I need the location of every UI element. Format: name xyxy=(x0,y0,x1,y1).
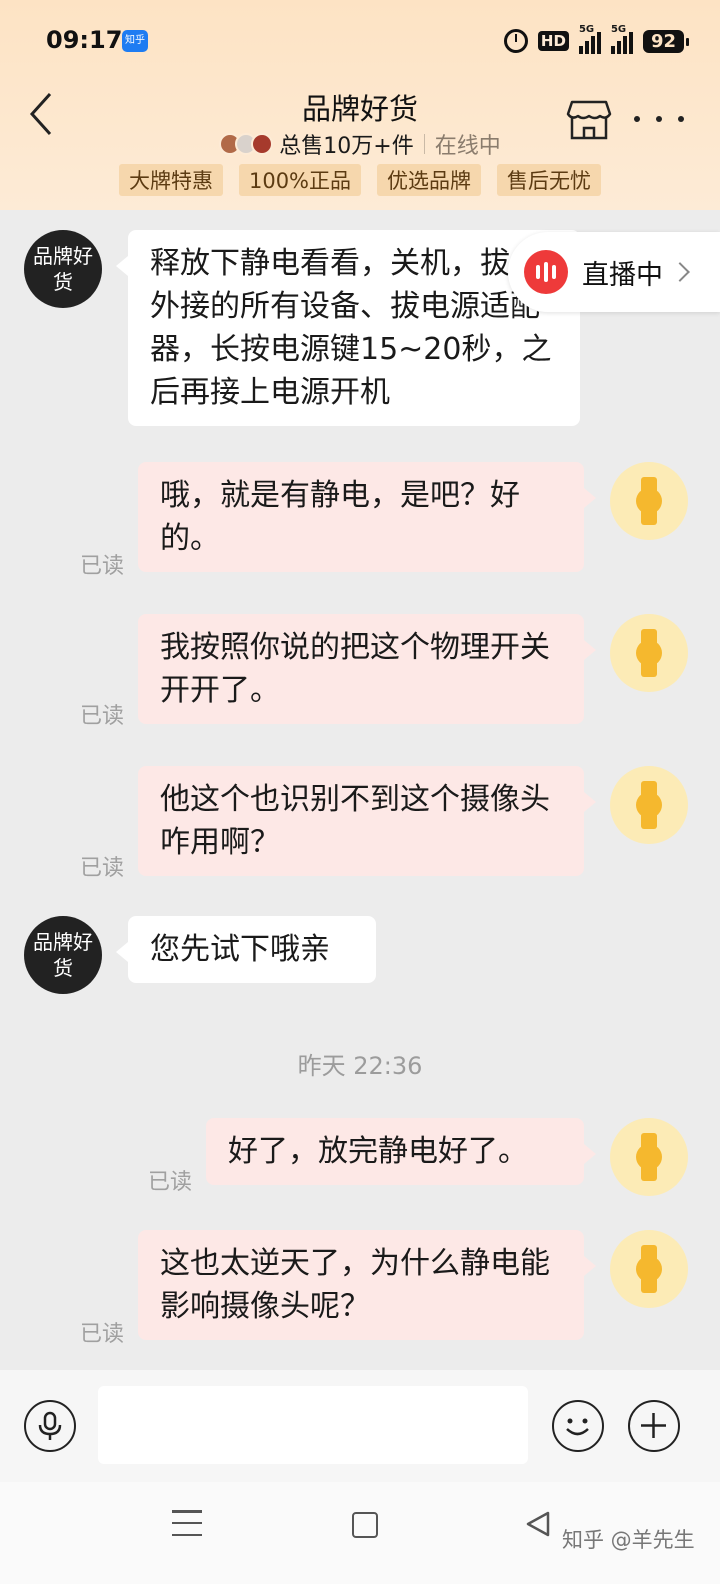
hd-voice-icon: HD xyxy=(537,31,569,51)
watch-icon xyxy=(636,1245,662,1293)
message-input-bar xyxy=(0,1370,720,1482)
recent-apps-button[interactable] xyxy=(172,1510,202,1536)
dot-icon xyxy=(634,116,640,122)
message-bubble-me[interactable]: 好了，放完静电好了。 xyxy=(206,1118,596,1185)
read-status: 已读 xyxy=(148,1170,193,1195)
user-avatar[interactable] xyxy=(610,766,688,844)
online-status: 在线中 xyxy=(434,134,501,159)
signal-icon: 5G xyxy=(578,24,601,54)
message-input[interactable] xyxy=(98,1386,528,1464)
voice-input-button[interactable] xyxy=(24,1400,76,1452)
signal-5g-label-2: 5G xyxy=(610,24,627,35)
shop-avatar[interactable]: 品牌好货 xyxy=(24,916,102,994)
triangle-back-icon xyxy=(526,1511,550,1537)
shop-tags: 大牌特惠 100%正品 优选品牌 售后无忧 xyxy=(0,164,720,196)
battery-icon: 92 xyxy=(642,29,690,53)
status-time: 09:17 xyxy=(46,26,123,54)
tag: 大牌特惠 xyxy=(118,164,223,196)
user-avatar[interactable] xyxy=(610,614,688,692)
shop-subtitle: 总售10万+件 在线中 xyxy=(0,128,720,160)
zhihu-app-icon: 知乎 xyxy=(122,30,148,52)
home-button[interactable] xyxy=(352,1512,378,1538)
user-avatar[interactable] xyxy=(610,1118,688,1196)
read-status: 已读 xyxy=(80,856,125,881)
watch-icon xyxy=(636,1133,662,1181)
tag: 优选品牌 xyxy=(377,164,482,196)
watch-icon xyxy=(636,629,662,677)
message-bubble-me[interactable]: 这也太逆天了，为什么静电能影响摄像头呢？ xyxy=(138,1230,596,1340)
emoji-button[interactable] xyxy=(552,1400,604,1452)
chat-header: 09:17 知乎 HD 5G 5G 92 品牌好货 总售10万+件 在线中 大牌… xyxy=(0,0,720,210)
message-bubble-me[interactable]: 哦，就是有静电，是吧？好的。 xyxy=(138,462,596,572)
status-bar: 09:17 知乎 HD 5G 5G 92 xyxy=(0,0,720,80)
plus-icon xyxy=(641,1413,666,1438)
live-stream-button[interactable]: 直播中 xyxy=(508,232,720,312)
sales-count: 总售10万+件 xyxy=(279,134,414,159)
signal-icon-2: 5G xyxy=(610,24,633,54)
watch-icon xyxy=(636,781,662,829)
smiley-icon xyxy=(566,1418,589,1436)
read-status: 已读 xyxy=(80,1322,125,1347)
user-avatar[interactable] xyxy=(610,1230,688,1308)
alarm-icon xyxy=(503,29,528,53)
signal-5g-label: 5G xyxy=(578,24,595,35)
tag: 100%正品 xyxy=(238,164,362,196)
message-timestamp: 昨天 22:36 xyxy=(297,1052,423,1080)
message-bubble-me[interactable]: 他这个也识别不到这个摄像头咋用啊？ xyxy=(138,766,596,876)
live-label: 直播中 xyxy=(582,259,663,291)
store-icon xyxy=(566,100,612,140)
buyer-avatars xyxy=(219,133,274,155)
message-bubble-me[interactable]: 我按照你说的把这个物理开关开开了。 xyxy=(138,614,596,724)
page-title: 品牌好货 xyxy=(301,92,418,126)
watermark: 知乎 @羊先生 xyxy=(562,1528,695,1552)
more-actions-button[interactable] xyxy=(628,1400,680,1452)
chat-messages[interactable]: 品牌好货 释放下静电看看，关机，拔出外接的所有设备、拔电源适配器，长按电源键15… xyxy=(0,210,720,1370)
system-back-button[interactable] xyxy=(524,1510,552,1538)
store-button[interactable] xyxy=(566,98,612,140)
tag: 售后无忧 xyxy=(497,164,602,196)
read-status: 已读 xyxy=(80,704,125,729)
more-options-button[interactable] xyxy=(634,104,684,134)
read-status: 已读 xyxy=(80,554,125,579)
message-bubble-shop[interactable]: 您先试下哦亲 xyxy=(116,916,376,983)
chevron-right-icon xyxy=(670,262,690,282)
microphone-icon xyxy=(38,1411,62,1440)
watch-icon xyxy=(636,477,662,525)
user-avatar[interactable] xyxy=(610,462,688,540)
live-icon xyxy=(524,250,568,294)
shop-avatar[interactable]: 品牌好货 xyxy=(24,230,102,308)
